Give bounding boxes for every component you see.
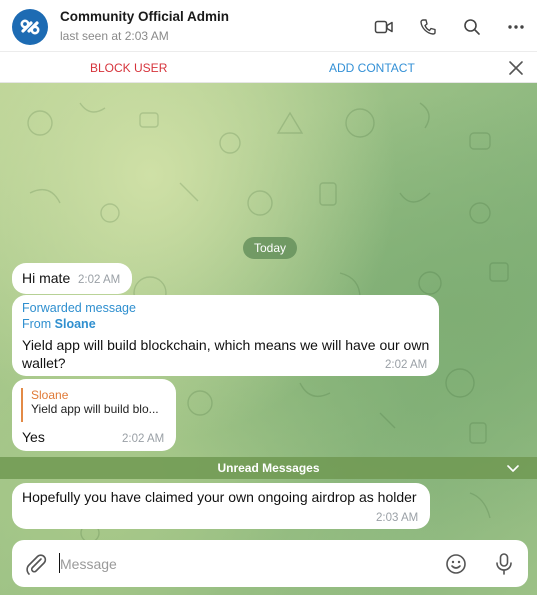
message-composer <box>12 540 528 587</box>
unread-messages-bar: Unread Messages <box>0 457 537 479</box>
message-text: Hopefully you have claimed your own ongo… <box>22 489 417 505</box>
reply-preview[interactable]: Sloane Yield app will build blo... <box>21 388 173 422</box>
message-input[interactable] <box>60 553 430 575</box>
more-icon[interactable] <box>505 16 527 38</box>
attach-icon[interactable] <box>24 552 48 576</box>
close-icon[interactable] <box>507 59 525 77</box>
emoji-icon[interactable] <box>444 552 468 576</box>
chat-header: Community Official Admin last seen at 2:… <box>0 0 537 52</box>
message-bubble[interactable]: Hi mate 2:02 AM <box>12 263 132 294</box>
forwarded-label: Forwarded message <box>22 301 136 315</box>
reply-author: Sloane <box>31 388 69 402</box>
message-text: Hi mate <box>22 270 71 286</box>
action-bar: BLOCK USER ADD CONTACT <box>0 52 537 83</box>
message-text-line2: wallet? <box>22 355 66 371</box>
chevron-down-icon[interactable] <box>506 462 520 474</box>
message-text: Yes <box>22 429 45 445</box>
message-bubble[interactable]: Forwarded message From Sloane Yield app … <box>12 295 439 376</box>
microphone-icon[interactable] <box>493 552 515 576</box>
message-time: 2:02 AM <box>78 274 121 286</box>
chat-area[interactable]: Today Hi mate 2:02 AM Forwarded message … <box>0 83 537 595</box>
message-bubble[interactable]: Sloane Yield app will build blo... Yes 2… <box>12 379 176 451</box>
message-bubble[interactable]: Hopefully you have claimed your own ongo… <box>12 483 430 529</box>
video-call-icon[interactable] <box>373 16 395 38</box>
reply-snippet: Yield app will build blo... <box>31 402 159 416</box>
forwarded-from-prefix: From <box>22 317 52 331</box>
message-time: 2:03 AM <box>376 512 419 524</box>
block-user-button[interactable]: BLOCK USER <box>90 61 167 75</box>
add-contact-button[interactable]: ADD CONTACT <box>329 61 415 75</box>
chat-title[interactable]: Community Official Admin <box>60 9 229 24</box>
message-time: 2:02 AM <box>122 433 165 445</box>
phone-icon[interactable] <box>417 16 439 38</box>
forwarded-from-name: Sloane <box>54 317 96 331</box>
message-text-line1: Yield app will build blockchain, which m… <box>22 337 430 353</box>
date-separator: Today <box>243 237 297 259</box>
unread-messages-label: Unread Messages <box>217 461 320 475</box>
message-time: 2:02 AM <box>385 359 428 371</box>
last-seen-status: last seen at 2:03 AM <box>60 29 169 43</box>
avatar[interactable] <box>12 9 48 45</box>
forwarded-from[interactable]: From Sloane <box>22 317 96 331</box>
community-logo-icon <box>20 19 40 35</box>
search-icon[interactable] <box>461 16 483 38</box>
